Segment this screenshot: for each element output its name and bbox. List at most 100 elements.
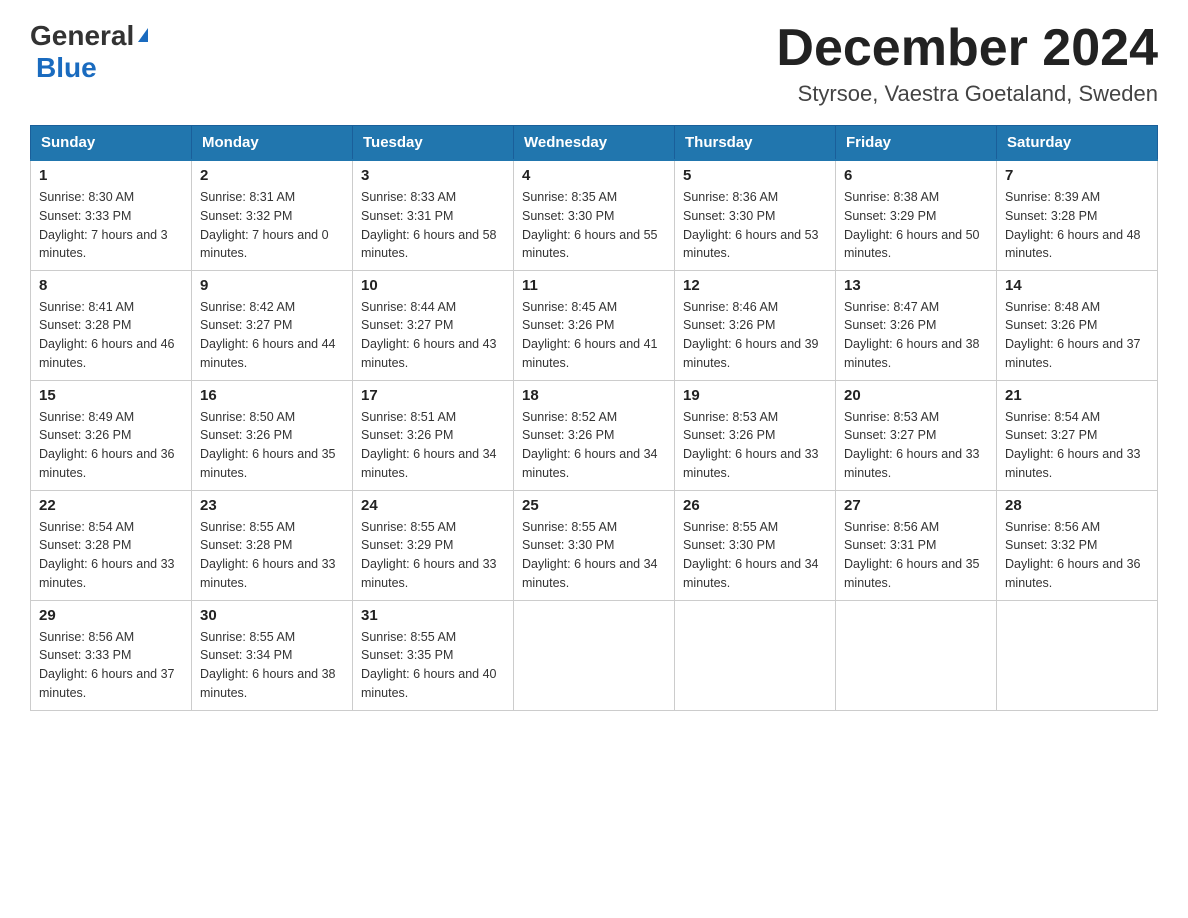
table-row: 18 Sunrise: 8:52 AM Sunset: 3:26 PM Dayl… <box>514 380 675 490</box>
day-number: 10 <box>361 277 505 294</box>
sunset-text: Sunset: 3:26 PM <box>844 318 936 332</box>
daylight-text: Daylight: 6 hours and 43 minutes. <box>361 337 497 370</box>
col-thursday: Thursday <box>675 126 836 161</box>
day-number: 4 <box>522 167 666 184</box>
table-row: 19 Sunrise: 8:53 AM Sunset: 3:26 PM Dayl… <box>675 380 836 490</box>
day-info: Sunrise: 8:41 AM Sunset: 3:28 PM Dayligh… <box>39 298 183 373</box>
day-info: Sunrise: 8:39 AM Sunset: 3:28 PM Dayligh… <box>1005 188 1149 263</box>
sunset-text: Sunset: 3:32 PM <box>200 209 292 223</box>
table-row <box>836 600 997 710</box>
day-number: 26 <box>683 497 827 514</box>
day-info: Sunrise: 8:44 AM Sunset: 3:27 PM Dayligh… <box>361 298 505 373</box>
table-row: 10 Sunrise: 8:44 AM Sunset: 3:27 PM Dayl… <box>353 270 514 380</box>
sunrise-text: Sunrise: 8:51 AM <box>361 410 456 424</box>
day-info: Sunrise: 8:53 AM Sunset: 3:27 PM Dayligh… <box>844 408 988 483</box>
table-row <box>675 600 836 710</box>
title-block: December 2024 Styrsoe, Vaestra Goetaland… <box>776 20 1158 107</box>
table-row: 27 Sunrise: 8:56 AM Sunset: 3:31 PM Dayl… <box>836 490 997 600</box>
sunrise-text: Sunrise: 8:44 AM <box>361 300 456 314</box>
daylight-text: Daylight: 6 hours and 33 minutes. <box>200 557 336 590</box>
day-number: 3 <box>361 167 505 184</box>
sunset-text: Sunset: 3:27 PM <box>200 318 292 332</box>
day-info: Sunrise: 8:55 AM Sunset: 3:30 PM Dayligh… <box>683 518 827 593</box>
sunset-text: Sunset: 3:26 PM <box>683 318 775 332</box>
sunset-text: Sunset: 3:29 PM <box>361 538 453 552</box>
sunset-text: Sunset: 3:31 PM <box>361 209 453 223</box>
day-info: Sunrise: 8:55 AM Sunset: 3:35 PM Dayligh… <box>361 628 505 703</box>
sunset-text: Sunset: 3:27 PM <box>1005 428 1097 442</box>
daylight-text: Daylight: 6 hours and 33 minutes. <box>361 557 497 590</box>
daylight-text: Daylight: 6 hours and 55 minutes. <box>522 228 658 261</box>
logo-triangle-icon <box>138 28 148 42</box>
calendar-week-row: 15 Sunrise: 8:49 AM Sunset: 3:26 PM Dayl… <box>31 380 1158 490</box>
sunrise-text: Sunrise: 8:53 AM <box>683 410 778 424</box>
table-row: 26 Sunrise: 8:55 AM Sunset: 3:30 PM Dayl… <box>675 490 836 600</box>
daylight-text: Daylight: 6 hours and 34 minutes. <box>361 447 497 480</box>
daylight-text: Daylight: 6 hours and 40 minutes. <box>361 667 497 700</box>
day-info: Sunrise: 8:55 AM Sunset: 3:29 PM Dayligh… <box>361 518 505 593</box>
sunset-text: Sunset: 3:31 PM <box>844 538 936 552</box>
sunset-text: Sunset: 3:28 PM <box>200 538 292 552</box>
day-number: 13 <box>844 277 988 294</box>
daylight-text: Daylight: 6 hours and 48 minutes. <box>1005 228 1141 261</box>
sunrise-text: Sunrise: 8:56 AM <box>39 630 134 644</box>
daylight-text: Daylight: 6 hours and 58 minutes. <box>361 228 497 261</box>
sunrise-text: Sunrise: 8:53 AM <box>844 410 939 424</box>
sunset-text: Sunset: 3:26 PM <box>522 318 614 332</box>
daylight-text: Daylight: 6 hours and 41 minutes. <box>522 337 658 370</box>
daylight-text: Daylight: 6 hours and 53 minutes. <box>683 228 819 261</box>
day-number: 25 <box>522 497 666 514</box>
sunset-text: Sunset: 3:27 PM <box>844 428 936 442</box>
day-number: 19 <box>683 387 827 404</box>
calendar-week-row: 8 Sunrise: 8:41 AM Sunset: 3:28 PM Dayli… <box>31 270 1158 380</box>
sunset-text: Sunset: 3:30 PM <box>522 538 614 552</box>
day-info: Sunrise: 8:56 AM Sunset: 3:31 PM Dayligh… <box>844 518 988 593</box>
daylight-text: Daylight: 6 hours and 50 minutes. <box>844 228 980 261</box>
day-info: Sunrise: 8:45 AM Sunset: 3:26 PM Dayligh… <box>522 298 666 373</box>
table-row: 14 Sunrise: 8:48 AM Sunset: 3:26 PM Dayl… <box>997 270 1158 380</box>
table-row: 12 Sunrise: 8:46 AM Sunset: 3:26 PM Dayl… <box>675 270 836 380</box>
day-number: 30 <box>200 607 344 624</box>
table-row <box>997 600 1158 710</box>
sunrise-text: Sunrise: 8:47 AM <box>844 300 939 314</box>
day-number: 8 <box>39 277 183 294</box>
day-number: 9 <box>200 277 344 294</box>
day-info: Sunrise: 8:36 AM Sunset: 3:30 PM Dayligh… <box>683 188 827 263</box>
sunrise-text: Sunrise: 8:41 AM <box>39 300 134 314</box>
day-info: Sunrise: 8:54 AM Sunset: 3:27 PM Dayligh… <box>1005 408 1149 483</box>
day-info: Sunrise: 8:52 AM Sunset: 3:26 PM Dayligh… <box>522 408 666 483</box>
sunrise-text: Sunrise: 8:50 AM <box>200 410 295 424</box>
logo-blue-text: Blue <box>36 52 97 83</box>
daylight-text: Daylight: 6 hours and 37 minutes. <box>39 667 175 700</box>
sunset-text: Sunset: 3:32 PM <box>1005 538 1097 552</box>
logo-general-text: General <box>30 20 134 52</box>
day-number: 23 <box>200 497 344 514</box>
sunset-text: Sunset: 3:28 PM <box>39 318 131 332</box>
sunrise-text: Sunrise: 8:55 AM <box>683 520 778 534</box>
sunrise-text: Sunrise: 8:33 AM <box>361 190 456 204</box>
day-number: 28 <box>1005 497 1149 514</box>
day-info: Sunrise: 8:56 AM Sunset: 3:33 PM Dayligh… <box>39 628 183 703</box>
sunrise-text: Sunrise: 8:54 AM <box>39 520 134 534</box>
sunrise-text: Sunrise: 8:56 AM <box>1005 520 1100 534</box>
table-row: 11 Sunrise: 8:45 AM Sunset: 3:26 PM Dayl… <box>514 270 675 380</box>
day-info: Sunrise: 8:33 AM Sunset: 3:31 PM Dayligh… <box>361 188 505 263</box>
day-info: Sunrise: 8:51 AM Sunset: 3:26 PM Dayligh… <box>361 408 505 483</box>
daylight-text: Daylight: 6 hours and 33 minutes. <box>844 447 980 480</box>
day-number: 7 <box>1005 167 1149 184</box>
daylight-text: Daylight: 6 hours and 44 minutes. <box>200 337 336 370</box>
day-number: 22 <box>39 497 183 514</box>
sunrise-text: Sunrise: 8:35 AM <box>522 190 617 204</box>
day-info: Sunrise: 8:55 AM Sunset: 3:28 PM Dayligh… <box>200 518 344 593</box>
sunset-text: Sunset: 3:33 PM <box>39 648 131 662</box>
calendar-header-row: Sunday Monday Tuesday Wednesday Thursday… <box>31 126 1158 161</box>
table-row: 7 Sunrise: 8:39 AM Sunset: 3:28 PM Dayli… <box>997 160 1158 270</box>
daylight-text: Daylight: 7 hours and 0 minutes. <box>200 228 329 261</box>
day-number: 2 <box>200 167 344 184</box>
sunset-text: Sunset: 3:26 PM <box>683 428 775 442</box>
day-info: Sunrise: 8:46 AM Sunset: 3:26 PM Dayligh… <box>683 298 827 373</box>
daylight-text: Daylight: 6 hours and 35 minutes. <box>200 447 336 480</box>
table-row: 23 Sunrise: 8:55 AM Sunset: 3:28 PM Dayl… <box>192 490 353 600</box>
table-row: 31 Sunrise: 8:55 AM Sunset: 3:35 PM Dayl… <box>353 600 514 710</box>
table-row: 25 Sunrise: 8:55 AM Sunset: 3:30 PM Dayl… <box>514 490 675 600</box>
